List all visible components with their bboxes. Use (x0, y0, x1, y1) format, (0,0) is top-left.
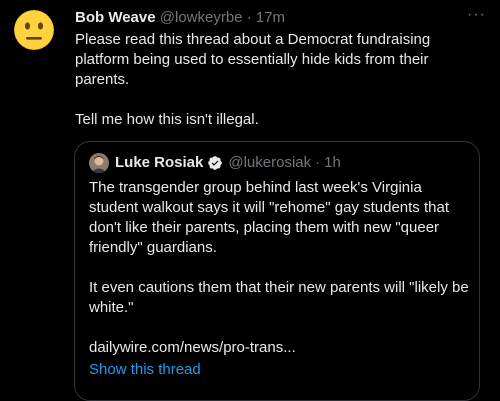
quoted-tweet-timestamp[interactable]: 1h (324, 153, 341, 173)
quoted-author-name[interactable]: Luke Rosiak (115, 153, 203, 173)
more-horizontal-icon[interactable]: ··· (467, 6, 486, 24)
tweet-text: Please read this thread about a Democrat… (75, 30, 475, 130)
quoted-link-text: dailywire.com/news/pro-trans... (89, 339, 296, 356)
quoted-paragraph: The transgender group behind last week's… (89, 179, 449, 256)
separator-dot: · (315, 154, 321, 171)
verified-badge-icon (208, 156, 223, 170)
quoted-author-avatar[interactable] (89, 153, 109, 173)
tweet-paragraph: Please read this thread about a Democrat… (75, 31, 431, 88)
tweet-header: Bob Weave @lowkeyrbe · 17m (75, 9, 480, 27)
quoted-tweet-text: The transgender group behind last week's… (89, 178, 474, 358)
author-handle[interactable]: @lowkeyrbe (160, 9, 243, 26)
show-thread-link[interactable]: Show this thread (89, 360, 201, 380)
quoted-paragraph: It even cautions them that their new par… (89, 279, 469, 316)
author-name[interactable]: Bob Weave (75, 9, 156, 26)
avatar[interactable] (14, 10, 54, 50)
quoted-tweet-card[interactable]: Luke Rosiak @lukerosiak · 1h The transge… (74, 141, 480, 401)
person-photo-icon (89, 153, 109, 173)
quoted-author-handle[interactable]: @lukerosiak (228, 153, 311, 173)
tweet-timestamp[interactable]: 17m (256, 9, 285, 26)
neutral-face-emoji-icon (14, 10, 54, 50)
quoted-tweet-header: Luke Rosiak @lukerosiak · 1h (89, 153, 469, 173)
tweet-paragraph: Tell me how this isn't illegal. (75, 111, 259, 128)
separator-dot: · (246, 9, 252, 26)
